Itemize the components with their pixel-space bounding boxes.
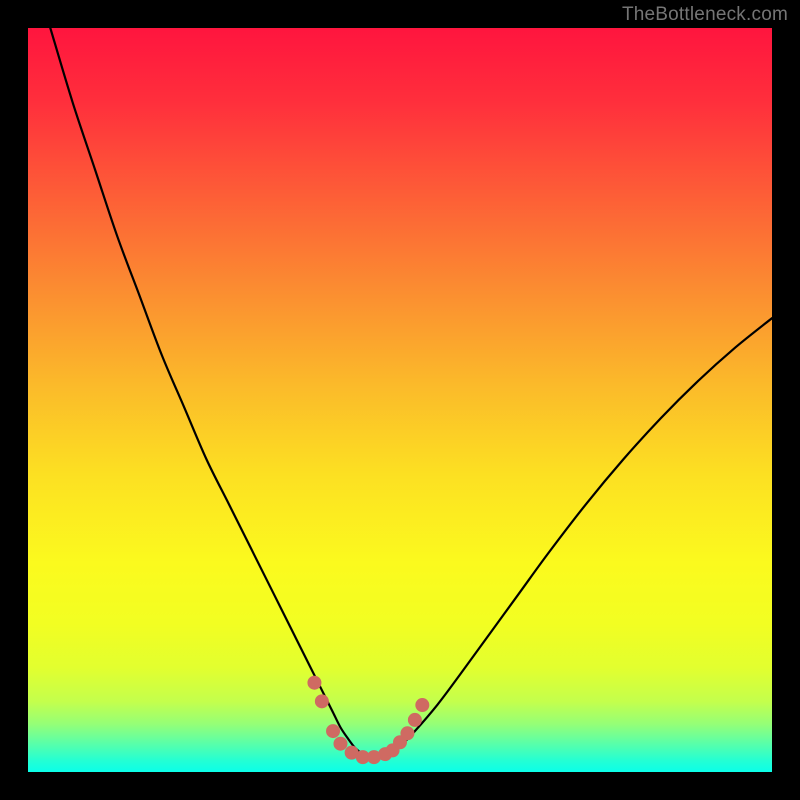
data-marker (315, 695, 328, 708)
data-marker (334, 737, 347, 750)
data-marker (401, 727, 414, 740)
gradient-background (28, 28, 772, 772)
data-marker (308, 676, 321, 689)
data-marker (327, 725, 340, 738)
plot-area (28, 28, 772, 772)
data-marker (408, 713, 421, 726)
bottleneck-curve-chart (28, 28, 772, 772)
data-marker (416, 699, 429, 712)
attribution-text: TheBottleneck.com (622, 4, 788, 26)
chart-container: TheBottleneck.com (0, 0, 800, 800)
